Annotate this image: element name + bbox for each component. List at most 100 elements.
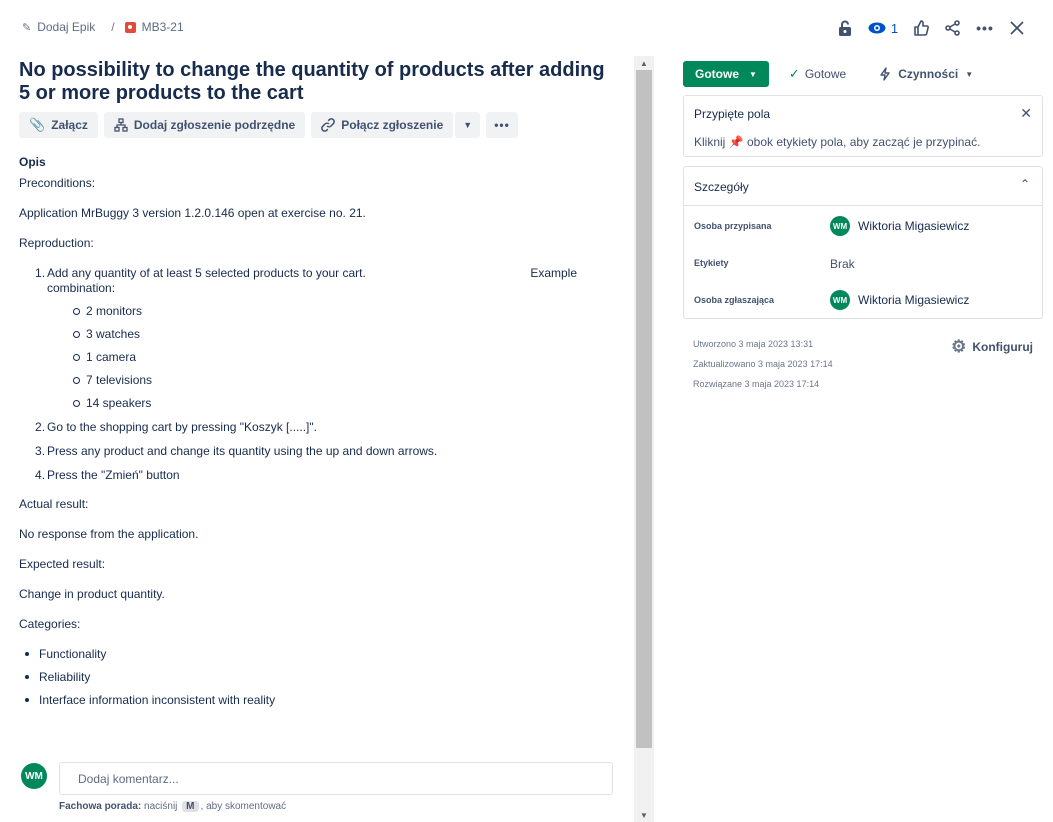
attach-label: Załącz — [51, 118, 88, 132]
breadcrumb-separator: / — [111, 20, 115, 34]
actual-result-text: No response from the application. — [19, 527, 199, 541]
comment-placeholder: Dodaj komentarz... — [78, 771, 179, 786]
vote-button[interactable] — [905, 15, 937, 41]
issue-title[interactable]: No possibility to change the quantity of… — [19, 59, 619, 105]
link-issue-group: Połącz zgłoszenie ▼ — [311, 112, 481, 138]
issue-main-panel: No possibility to change the quantity of… — [19, 56, 629, 716]
tip-post: , aby skomentować — [200, 801, 287, 812]
assignee-name: Wiktoria Migasiewicz — [858, 219, 970, 233]
assignee-label: Osoba przypisana — [694, 221, 772, 231]
avatar: WM — [830, 216, 850, 236]
categories-list: Functionality Reliability Interface info… — [19, 647, 629, 708]
list-item: 14 speakers — [67, 396, 629, 411]
share-button[interactable] — [937, 15, 969, 41]
tip-bold: Fachowa porada: — [59, 801, 142, 812]
lock-icon — [839, 20, 851, 36]
more-icon: ••• — [976, 20, 994, 36]
watch-button[interactable]: 1 — [861, 15, 905, 41]
issue-key-link[interactable]: MB3-21 — [142, 20, 184, 34]
share-icon — [945, 20, 960, 36]
hierarchy-icon — [114, 118, 128, 132]
issue-dates: Utworzono 3 maja 2023 13:31 Zaktualizowa… — [683, 334, 1043, 394]
link-issue-button[interactable]: Połącz zgłoszenie — [311, 112, 454, 138]
chevron-down-icon: ▼ — [463, 120, 473, 130]
labels-value[interactable]: Brak — [830, 257, 855, 271]
pencil-icon: ✎ — [22, 21, 32, 34]
toolbar-more-button[interactable]: ••• — [486, 112, 518, 138]
resolved-date: Rozwiązane 3 maja 2023 17:14 — [693, 379, 820, 389]
step-item: Add any quantity of at least 5 selected … — [27, 266, 629, 411]
lightning-icon — [880, 67, 890, 81]
list-item: Reliability — [19, 670, 629, 685]
lock-button[interactable] — [829, 15, 861, 41]
reporter-value[interactable]: WM Wiktoria Migasiewicz — [830, 290, 969, 310]
step-1-text: Add any quantity of at least 5 selected … — [47, 266, 366, 280]
main-scrollbar[interactable]: ▲ ▼ — [634, 56, 654, 822]
list-item: Interface information inconsistent with … — [19, 693, 629, 708]
close-icon[interactable]: ✕ — [1020, 105, 1032, 122]
comment-tip: Fachowa porada: naciśnij M, aby skomento… — [59, 801, 286, 812]
pinned-fields-text: Kliknij 📌 obok etykiety pola, aby zacząć… — [694, 135, 980, 149]
step-1: Add any quantity of at least 5 selected … — [47, 266, 607, 281]
assignee-value[interactable]: WM Wiktoria Migasiewicz — [830, 216, 969, 236]
more-actions-button[interactable]: ••• — [969, 15, 1001, 41]
labels-row: Etykiety Brak — [684, 244, 1042, 281]
chevron-down-icon: ▼ — [749, 69, 757, 79]
comment-input[interactable]: Dodaj komentarz... — [59, 762, 613, 795]
link-issue-dropdown[interactable]: ▼ — [455, 112, 481, 138]
preconditions-label: Preconditions: — [19, 176, 96, 190]
reproduction-label: Reproduction: — [19, 236, 94, 250]
description-heading: Opis — [19, 155, 46, 169]
status-button[interactable]: Gotowe ▼ — [683, 61, 769, 87]
details-panel: Szczegóły ⌃ Osoba przypisana WM Wiktoria… — [683, 166, 1043, 319]
keyboard-shortcut: M — [182, 801, 199, 812]
link-icon — [321, 118, 336, 132]
scroll-thumb[interactable] — [636, 70, 652, 748]
details-title: Szczegóły — [694, 180, 749, 194]
add-epic-link[interactable]: Dodaj Epik — [37, 20, 95, 34]
labels-label: Etykiety — [694, 258, 729, 268]
bug-icon — [124, 21, 136, 33]
scroll-up-arrow[interactable]: ▲ — [634, 56, 654, 70]
step-1-combination: combination: — [47, 281, 116, 295]
pinned-fields-panel: Przypięte pola ✕ Kliknij 📌 obok etykiety… — [683, 95, 1043, 157]
list-item: 2 monitors — [67, 304, 629, 319]
configure-button[interactable]: ⚙ Konfiguruj — [951, 337, 1033, 357]
avatar: WM — [21, 763, 47, 789]
attach-button[interactable]: 📎 Załącz — [19, 112, 98, 138]
configure-label: Konfiguruj — [972, 340, 1033, 354]
step-3: Press any product and change its quantit… — [35, 444, 438, 459]
combination-list: 2 monitors 3 watches 1 camera 7 televisi… — [67, 304, 629, 411]
description[interactable]: Opis Preconditions: Application MrBuggy … — [19, 155, 629, 708]
expected-result-text: Change in product quantity. — [19, 587, 165, 601]
pin-icon: 📌 — [728, 135, 744, 149]
actions-dropdown[interactable]: Czynności ▼ — [879, 67, 973, 81]
paperclip-icon: 📎 — [29, 117, 46, 132]
updated-date: Zaktualizowano 3 maja 2023 17:14 — [693, 359, 833, 369]
resolution-label: Gotowe — [804, 67, 847, 81]
reporter-row: Osoba zgłaszająca WM Wiktoria Migasiewic… — [684, 281, 1042, 318]
close-button[interactable] — [1001, 15, 1033, 41]
details-header[interactable]: Szczegóły ⌃ — [684, 167, 1042, 206]
avatar: WM — [830, 290, 850, 310]
issue-header-bar: ✎ Dodaj Epik / MB3-21 1 ••• — [0, 0, 1053, 56]
add-child-issue-button[interactable]: Dodaj zgłoszenie podrzędne — [103, 112, 306, 138]
list-item: 1 camera — [67, 350, 629, 365]
actions-label: Czynności — [898, 67, 959, 81]
list-item: 7 televisions — [67, 373, 629, 388]
reporter-label: Osoba zgłaszająca — [694, 295, 775, 305]
chevron-up-icon[interactable]: ⌃ — [1020, 177, 1030, 191]
close-icon — [1010, 21, 1024, 35]
step-4: Press the "Zmień" button — [35, 468, 180, 483]
resolution-done[interactable]: ✓ Gotowe — [789, 66, 846, 82]
issue-top-actions: 1 ••• — [829, 15, 1033, 41]
chevron-down-icon: ▼ — [965, 69, 974, 79]
actual-result-label: Actual result: — [19, 497, 89, 511]
categories-label: Categories: — [19, 617, 81, 631]
link-issue-label: Połącz zgłoszenie — [341, 118, 444, 132]
add-child-label: Dodaj zgłoszenie podrzędne — [133, 118, 296, 132]
status-label: Gotowe — [695, 67, 739, 81]
step-2: Go to the shopping cart by pressing "Kos… — [35, 420, 317, 435]
tip-pre: naciśnij — [144, 801, 178, 812]
scroll-down-arrow[interactable]: ▼ — [634, 808, 654, 822]
